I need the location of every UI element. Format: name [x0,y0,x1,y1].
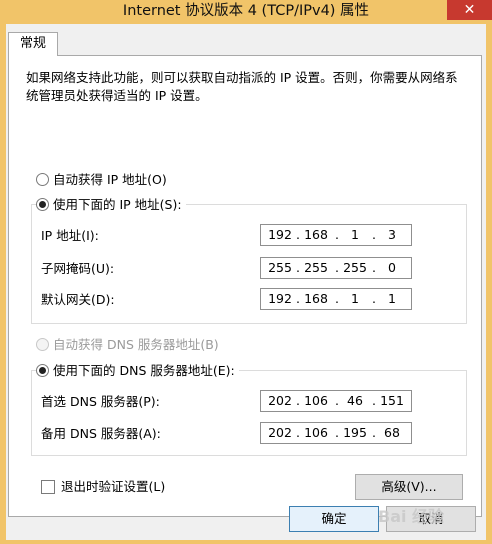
manual-ip-label: 使用下面的 IP 地址(S): [53,197,182,212]
alternate-dns-octet-2: 106 [304,425,328,440]
preferred-dns-octet-1: 202 [268,393,292,408]
auto-dns-label: 自动获得 DNS 服务器地址(B) [53,337,219,352]
alternate-dns-octet-3: 195 [343,425,367,440]
manual-ip-radio[interactable] [36,198,49,211]
ok-button[interactable]: 确定 [289,506,379,532]
subnet-octet-4: 0 [388,260,396,275]
general-panel: 如果网络支持此功能，则可以获取自动指派的 IP 设置。否则，你需要从网络系统管理… [8,55,482,517]
alternate-dns-field[interactable]: 202 . 106 . 195 . 68 [260,422,412,444]
manual-ip-option[interactable]: 使用下面的 IP 地址(S): [36,196,186,214]
auto-dns-option: 自动获得 DNS 服务器地址(B) [36,336,219,354]
dialog-client: 常规 如果网络支持此功能，则可以获取自动指派的 IP 设置。否则，你需要从网络系… [6,24,486,540]
tab-general[interactable]: 常规 [8,32,58,56]
gateway-octet-1: 192 [268,291,292,306]
default-gateway-label: 默认网关(D): [41,292,115,307]
default-gateway-field[interactable]: 192 . 168 . 1 . 1 [260,288,412,310]
baidu-watermark: Bai 经验 [378,507,445,526]
gateway-octet-3: 1 [351,291,359,306]
subnet-octet-2: 255 [304,260,328,275]
manual-dns-radio[interactable] [36,364,49,377]
preferred-dns-octet-3: 46 [347,393,363,408]
ip-address-label: IP 地址(I): [41,228,99,243]
ip-address-octet-2: 168 [304,227,328,242]
ip-address-field[interactable]: 192 . 168 . 1 . 3 [260,224,412,246]
window-title: Internet 协议版本 4 (TCP/IPv4) 属性 [122,3,370,19]
validate-on-exit-checkbox[interactable] [41,479,55,494]
manual-dns-option[interactable]: 使用下面的 DNS 服务器地址(E): [36,362,239,380]
subnet-mask-field[interactable]: 255 . 255 . 255 . 0 [260,257,412,279]
gateway-octet-2: 168 [304,291,328,306]
preferred-dns-octet-2: 106 [304,393,328,408]
subnet-mask-label: 子网掩码(U): [41,261,115,276]
gateway-octet-4: 1 [388,291,396,306]
validate-on-exit-label: 退出时验证设置(L) [61,479,166,494]
auto-ip-option[interactable]: 自动获得 IP 地址(O) [36,171,167,189]
close-button[interactable]: ✕ [447,0,492,20]
preferred-dns-field[interactable]: 202 . 106 . 46 . 151 [260,390,412,412]
alternate-dns-octet-4: 68 [384,425,400,440]
ip-address-octet-3: 1 [351,227,359,242]
ip-address-octet-1: 192 [268,227,292,242]
subnet-octet-1: 255 [268,260,292,275]
alternate-dns-octet-1: 202 [268,425,292,440]
auto-ip-label: 自动获得 IP 地址(O) [53,172,167,187]
manual-dns-label: 使用下面的 DNS 服务器地址(E): [53,363,235,378]
subnet-octet-3: 255 [343,260,367,275]
auto-dns-radio [36,338,49,351]
preferred-dns-label: 首选 DNS 服务器(P): [41,394,160,409]
intro-text: 如果网络支持此功能，则可以获取自动指派的 IP 设置。否则，你需要从网络系统管理… [26,70,458,103]
validate-on-exit-option[interactable]: 退出时验证设置(L) [41,478,165,496]
ip-address-octet-4: 3 [388,227,396,242]
preferred-dns-octet-4: 151 [380,393,404,408]
advanced-button[interactable]: 高级(V)... [355,474,463,500]
auto-ip-radio[interactable] [36,173,49,186]
alternate-dns-label: 备用 DNS 服务器(A): [41,426,161,441]
title-bar: Internet 协议版本 4 (TCP/IPv4) 属性 ✕ [0,0,492,22]
